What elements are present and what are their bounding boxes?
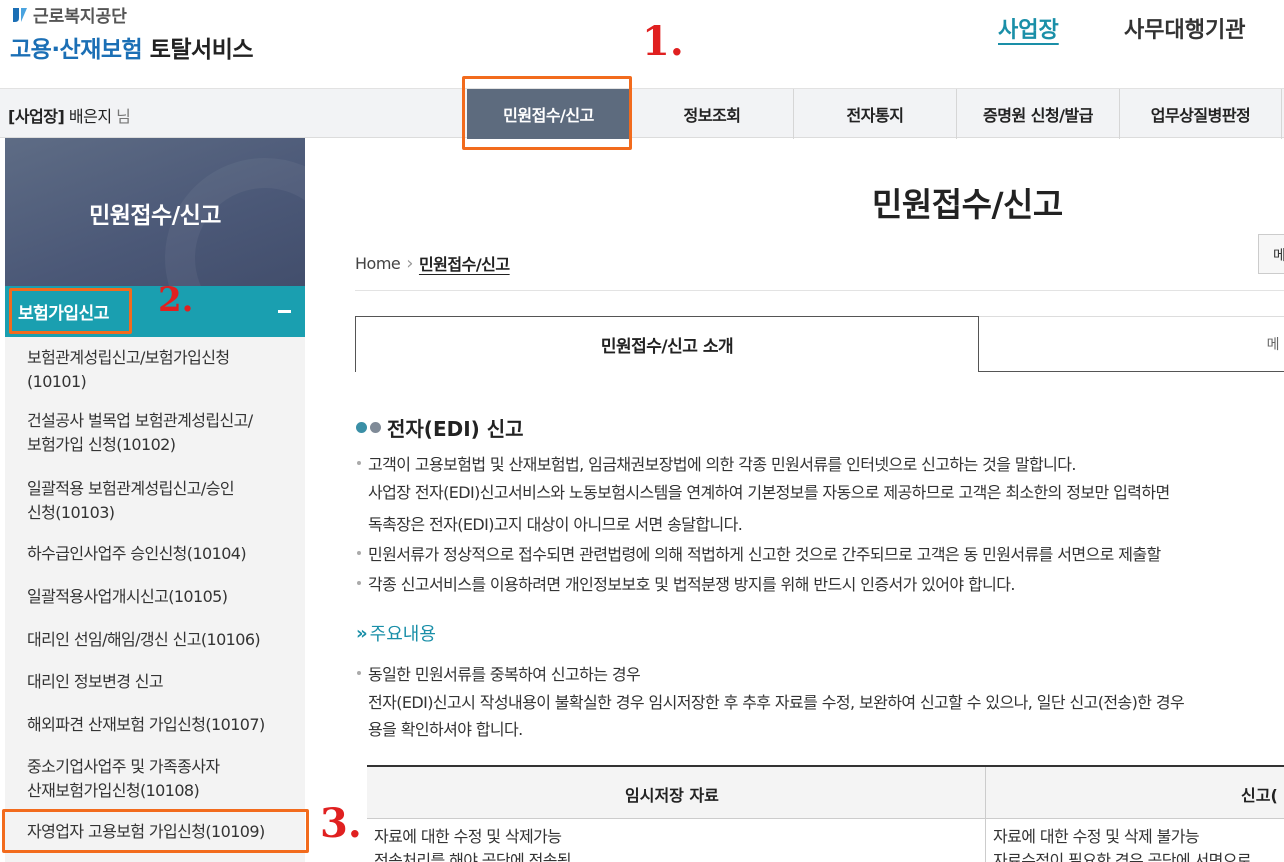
user-label: [사업장] 배은지 님 xyxy=(8,103,131,127)
user-tag: [사업장] xyxy=(8,107,65,126)
sidebar-item-10109[interactable]: 자영업자 고용보험 가입신청(10109) xyxy=(27,820,302,844)
menu-button[interactable]: 메 xyxy=(1258,234,1284,274)
breadcrumb-current[interactable]: 민원접수/신고 xyxy=(419,251,510,275)
paragraph-1: 고객이 고용보험법 및 산재보험법, 임금채권보장법에 의한 각종 민원서류를 … xyxy=(357,451,1076,475)
divider xyxy=(355,290,1284,291)
sidebar-title: 민원접수/신고 xyxy=(89,203,221,229)
sidebar-item-label: 일괄적용 보험관계성립신고/승인 xyxy=(27,479,235,498)
site-logo[interactable]: 근로복지공단 고용·산재보험 토탈서비스 xyxy=(10,2,254,64)
double-dot-icon xyxy=(356,422,381,433)
business-link[interactable]: 사업장 xyxy=(998,12,1059,44)
sidebar-item-10107[interactable]: 해외파견 산재보험 가입신청(10107) xyxy=(27,713,302,737)
sidebar-item-code: 신청(10103) xyxy=(27,503,115,522)
section-title: 전자(EDI) 신고 xyxy=(356,413,524,442)
top-navigation: [사업장] 배은지 님 민원접수/신고 정보조회 전자통지 증명원 신청/발급 … xyxy=(0,88,1284,139)
paragraph-3: 독촉장은 전자(EDI)고지 대상이 아니므로 서면 송달합니다. xyxy=(368,515,743,534)
sub-paragraph-1: 동일한 민원서류를 중복하여 신고하는 경우 xyxy=(356,661,641,685)
table-header-report: 신고( xyxy=(1241,786,1278,805)
nav-item-disease-judgment[interactable]: 업무상질병판정 xyxy=(1119,89,1282,139)
nav-item-certificate[interactable]: 증명원 신청/발급 xyxy=(956,89,1119,139)
sidebar-header: 민원접수/신고 xyxy=(5,138,305,286)
breadcrumb: Home › 민원접수/신고 xyxy=(355,251,510,275)
breadcrumb-home[interactable]: Home xyxy=(355,254,401,273)
paragraph-2: 사업장 전자(EDI)신고서비스와 노동보험시스템을 연계하여 기본정보를 자동… xyxy=(368,483,1170,502)
tab-intro[interactable]: 민원접수/신고 소개 xyxy=(355,316,979,372)
table-header-temp: 임시저장 자료 xyxy=(625,786,719,805)
sidebar-group-insurance-join[interactable]: 보험가입신고 xyxy=(5,286,305,337)
nav-item-civil-petition[interactable]: 민원접수/신고 xyxy=(467,89,630,139)
sidebar-item-10104[interactable]: 하수급인사업주 승인신청(10104) xyxy=(27,542,302,566)
user-name: 배은지 xyxy=(64,107,112,126)
sidebar-item-10102[interactable]: 건설공사 벌목업 보험관계성립신고/보험가입 신청(10102) xyxy=(27,409,302,457)
sub-paragraph-3: 용을 확인하셔야 합니다. xyxy=(368,720,523,739)
section-title-text: 전자(EDI) 신고 xyxy=(387,417,524,441)
sidebar-item-label: 중소기업사업주 및 가족종사자 xyxy=(27,757,220,776)
sidebar-item-label: 건설공사 벌목업 보험관계성립신고/ xyxy=(27,411,253,430)
user-suffix: 님 xyxy=(111,107,131,126)
annotation-mark-2: 2. xyxy=(158,280,194,320)
sidebar-item-10103[interactable]: 일괄적용 보험관계성립신고/승인신청(10103) xyxy=(27,477,302,525)
sidebar-item-label: 보험관계성립신고/보험가입신청 xyxy=(27,348,230,367)
service-name-dark: 토탈서비스 xyxy=(149,37,254,63)
sidebar-item-10105[interactable]: 일괄적용사업개시신고(10105) xyxy=(27,585,302,609)
sidebar-item-10101[interactable]: 보험관계성립신고/보험가입신청 (10101) xyxy=(27,346,302,394)
annotation-mark-3: 3. xyxy=(320,800,362,847)
sub-title-text: 주요내용 xyxy=(369,624,436,645)
sidebar-item-code: 산재보험가입신청(10108) xyxy=(27,781,200,800)
tab-second[interactable]: 메 xyxy=(979,316,1284,372)
table-header-row: 임시저장 자료 신고( xyxy=(367,767,1284,819)
sidebar-menu-list: 보험관계성립신고/보험가입신청 (10101) 건설공사 벌목업 보험관계성립신고… xyxy=(5,337,305,862)
service-name-blue: 고용·산재보험 xyxy=(10,37,143,63)
table-column-divider xyxy=(985,767,986,862)
sidebar-item-10106[interactable]: 대리인 선임/해임/갱신 신고(10106) xyxy=(27,628,302,652)
sidebar-group-label: 보험가입신고 xyxy=(18,304,109,324)
sub-title: » 주요내용 xyxy=(356,620,436,646)
table-cell: 전송처리를 해야 공단에 전송됨 xyxy=(374,851,572,862)
org-name: 근로복지공단 xyxy=(33,7,127,27)
chevron-right-icon: › xyxy=(406,252,413,274)
annotation-mark-1: 1. xyxy=(642,18,684,65)
table-cell: 자료에 대한 수정 및 삭제 불가능 xyxy=(993,827,1200,846)
page-title: 민원접수/신고 xyxy=(872,185,1063,224)
table-cell: 자료에 대한 수정 및 삭제가능 xyxy=(374,827,562,846)
nav-item-info-inquiry[interactable]: 정보조회 xyxy=(630,89,793,139)
nav-item-e-notice[interactable]: 전자통지 xyxy=(793,89,956,139)
kcomwel-logo-icon xyxy=(13,7,27,22)
collapse-minus-icon[interactable] xyxy=(278,310,291,313)
paragraph-5: 각종 신고서비스를 이용하려면 개인정보보호 및 법적분쟁 방지를 위해 반드시… xyxy=(357,571,1015,595)
sidebar-item-agent-info-change[interactable]: 대리인 정보변경 신고 xyxy=(27,670,302,694)
sub-paragraph-2: 전자(EDI)신고시 작성내용이 불확실한 경우 임시저장한 후 추후 자료를 … xyxy=(368,693,1185,712)
table-cell: 자료수정이 필요한 경우 공단에 서면으로 xyxy=(993,851,1252,862)
comparison-table: 임시저장 자료 신고( 자료에 대한 수정 및 삭제가능 자료에 대한 수정 및… xyxy=(367,765,1284,862)
agent-link[interactable]: 사무대행기관 xyxy=(1124,12,1245,44)
sidebar-item-10108[interactable]: 중소기업사업주 및 가족종사자산재보험가입신청(10108) xyxy=(27,755,302,803)
sidebar-item-code: (10101) xyxy=(27,372,87,391)
sidebar-item-code: 보험가입 신청(10102) xyxy=(27,435,176,454)
double-chevron-icon: » xyxy=(356,622,367,644)
paragraph-4: 민원서류가 정상적으로 접수되면 관련법령에 의해 적법하게 신고한 것으로 간… xyxy=(357,541,1161,565)
